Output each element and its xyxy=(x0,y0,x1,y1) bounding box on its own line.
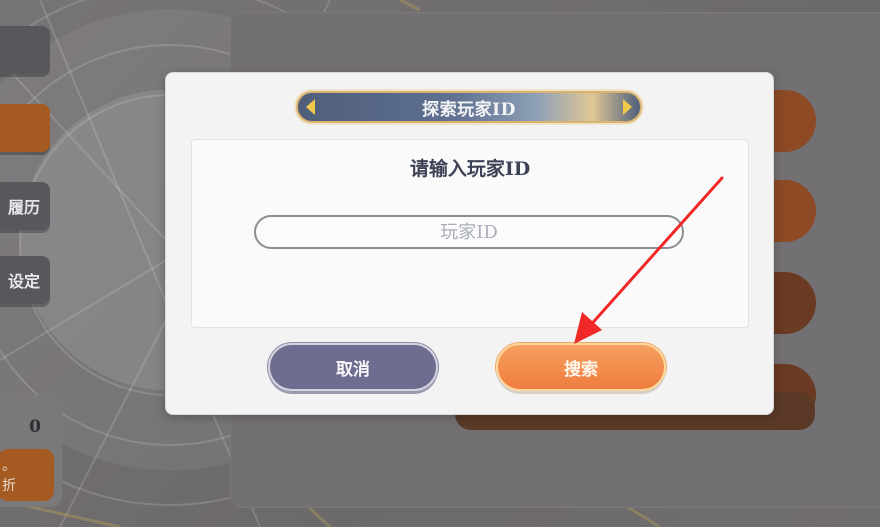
dialog-title-banner: 探索玩家ID xyxy=(296,91,642,123)
chevron-left-icon xyxy=(306,99,315,115)
side-tab-settings[interactable]: 设定 xyxy=(0,256,50,304)
dialog-prompt: 请输入玩家ID xyxy=(409,158,531,180)
dialog-content-box: 请输入玩家ID xyxy=(191,139,749,328)
left-info-card: 0 。 折 xyxy=(0,395,62,507)
dialog-title: 探索玩家ID xyxy=(422,99,516,120)
player-id-input[interactable] xyxy=(254,215,684,249)
left-card-button-line1: 。 xyxy=(2,458,16,474)
left-card-button[interactable]: 。 折 xyxy=(0,449,54,501)
left-card-value: 0 xyxy=(29,417,41,437)
side-tab-history[interactable]: 履历 xyxy=(0,182,50,230)
left-card-button-line2: 折 xyxy=(2,478,16,494)
cancel-button-label: 取消 xyxy=(336,359,370,380)
side-tab-history-label: 履历 xyxy=(7,198,40,217)
side-tab-settings-label: 设定 xyxy=(7,272,40,291)
search-button-label: 搜索 xyxy=(564,359,598,380)
side-tab-1[interactable] xyxy=(0,26,50,74)
side-tab-2[interactable] xyxy=(0,104,50,152)
search-button[interactable]: 搜索 xyxy=(496,343,666,391)
search-player-dialog: 探索玩家ID 请输入玩家ID 取消 搜索 xyxy=(165,72,774,415)
cancel-button[interactable]: 取消 xyxy=(268,343,438,391)
chevron-right-icon xyxy=(623,99,632,115)
